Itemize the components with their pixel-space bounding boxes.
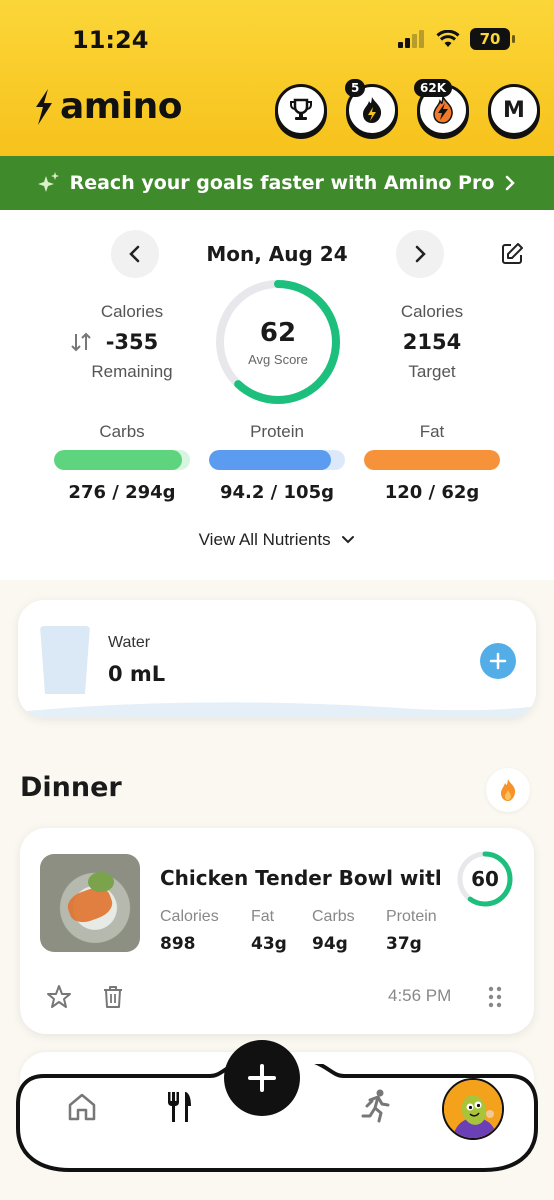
tab-food-log[interactable] xyxy=(164,1090,194,1129)
delete-button[interactable] xyxy=(102,984,124,1015)
fat-label: Fat xyxy=(419,422,445,441)
protein-value: 94.2 / 105g xyxy=(220,482,334,503)
signal-icon xyxy=(398,30,424,48)
food-calories: Calories 898 xyxy=(160,908,219,954)
avg-score-label: Avg Score xyxy=(248,351,308,367)
app-name: amino xyxy=(60,86,183,127)
macro-protein: Protein 94.2 / 105g xyxy=(209,422,345,503)
tab-activity[interactable] xyxy=(358,1088,394,1129)
promo-text: Reach your goals faster with Amino Pro xyxy=(69,172,495,194)
home-icon xyxy=(68,1093,96,1121)
water-value: 0 mL xyxy=(108,662,166,686)
protein-progress-bar xyxy=(209,450,345,470)
avg-score-ring[interactable]: 62 Avg Score xyxy=(213,277,343,407)
food-protein-label: Protein xyxy=(386,908,437,925)
food-calories-value: 898 xyxy=(160,934,196,954)
water-wave-decoration xyxy=(18,702,536,718)
add-entry-button[interactable] xyxy=(224,1040,300,1116)
status-icons: 70 xyxy=(398,28,515,50)
wifi-icon xyxy=(436,30,460,47)
favorite-button[interactable] xyxy=(46,984,72,1015)
pro-promo-banner[interactable]: Reach your goals faster with Amino Pro xyxy=(0,156,554,210)
food-photo xyxy=(40,854,140,952)
fat-progress-bar xyxy=(364,450,500,470)
profile-button[interactable]: M xyxy=(488,84,540,136)
current-date[interactable]: Mon, Aug 24 xyxy=(0,242,554,266)
target-sub: Target xyxy=(408,362,456,381)
food-name: Chicken Tender Bowl with... xyxy=(160,866,440,890)
food-carbs-label: Carbs xyxy=(312,908,355,925)
daily-summary: Mon, Aug 24 Calories -355 Remaining 62 A… xyxy=(0,210,554,580)
battery-indicator: 70 xyxy=(470,28,515,50)
app-logo: amino xyxy=(30,86,183,127)
streak-count-badge: 5 xyxy=(345,79,366,97)
view-all-label: View All Nutrients xyxy=(198,530,331,549)
food-log-time: 4:56 PM xyxy=(388,986,452,1005)
edit-button[interactable] xyxy=(500,242,524,271)
meal-fire-button[interactable] xyxy=(486,768,530,812)
water-glass-icon xyxy=(40,626,90,694)
food-fat-value: 43g xyxy=(251,934,287,954)
protein-label: Protein xyxy=(250,422,304,441)
chevron-down-icon xyxy=(342,536,355,544)
points-button[interactable]: 62K xyxy=(414,79,469,136)
water-card[interactable]: Water 0 mL xyxy=(18,600,536,718)
remaining-sub: Remaining xyxy=(91,362,173,381)
edit-icon xyxy=(502,243,523,264)
carbs-progress-bar xyxy=(54,450,190,470)
food-protein: Protein 37g xyxy=(386,908,437,954)
star-icon xyxy=(47,985,71,1008)
profile-initial: M xyxy=(503,97,525,123)
running-icon xyxy=(361,1089,390,1123)
sparkle-icon xyxy=(37,172,59,192)
tab-profile-avatar[interactable] xyxy=(442,1078,504,1140)
utensils-icon xyxy=(168,1092,191,1122)
remaining-label: Calories xyxy=(100,302,164,321)
trophy-button[interactable] xyxy=(275,84,327,136)
avg-score-value: 62 xyxy=(259,317,297,348)
trophy-icon xyxy=(290,98,312,120)
chevron-right-icon xyxy=(415,245,426,263)
streak-button[interactable]: 5 xyxy=(345,79,398,136)
drag-dots-icon xyxy=(488,986,502,1008)
amino-logo-icon xyxy=(36,88,52,125)
plus-icon xyxy=(248,1064,276,1092)
food-calories-label: Calories xyxy=(160,908,219,925)
tab-home[interactable] xyxy=(66,1092,98,1127)
drag-handle[interactable] xyxy=(488,986,502,1013)
points-count-badge: 62K xyxy=(414,79,452,97)
bolt-icon xyxy=(433,96,453,124)
carbs-label: Carbs xyxy=(99,422,145,441)
food-carbs-value: 94g xyxy=(312,934,348,954)
food-entry-card[interactable]: Chicken Tender Bowl with... 60 Calories … xyxy=(20,828,534,1034)
food-fat: Fat 43g xyxy=(251,908,287,954)
carbs-value: 276 / 294g xyxy=(68,482,176,503)
next-day-button[interactable] xyxy=(396,230,444,278)
chevron-right-icon xyxy=(506,175,516,191)
target-label: Calories xyxy=(400,302,464,321)
calories-target: Calories 2154 Target xyxy=(352,302,512,382)
remaining-value: -355 xyxy=(105,330,159,354)
app-header: 11:24 70 amino 5 62K M xyxy=(0,0,554,156)
add-water-button[interactable] xyxy=(480,643,516,679)
fat-value: 120 / 62g xyxy=(384,482,480,503)
flame-bolt-icon xyxy=(363,97,382,123)
food-carbs: Carbs 94g xyxy=(312,908,355,954)
plus-icon xyxy=(489,652,507,670)
trash-icon xyxy=(104,986,122,1008)
meal-section-title: Dinner xyxy=(20,772,122,803)
food-score-ring: 60 xyxy=(456,850,514,908)
food-score-value: 60 xyxy=(471,867,499,891)
calories-remaining: Calories -355 Remaining xyxy=(52,302,212,382)
food-fat-label: Fat xyxy=(251,908,275,925)
food-protein-value: 37g xyxy=(386,934,422,954)
flame-icon xyxy=(501,779,516,801)
target-value: 2154 xyxy=(402,330,462,354)
water-label: Water xyxy=(108,634,151,651)
macro-carbs: Carbs 276 / 294g xyxy=(54,422,190,503)
date-navigator: Mon, Aug 24 xyxy=(0,230,554,280)
status-time: 11:24 xyxy=(72,26,149,54)
view-all-nutrients-button[interactable]: View All Nutrients xyxy=(0,530,554,550)
macro-fat: Fat 120 / 62g xyxy=(364,422,500,503)
